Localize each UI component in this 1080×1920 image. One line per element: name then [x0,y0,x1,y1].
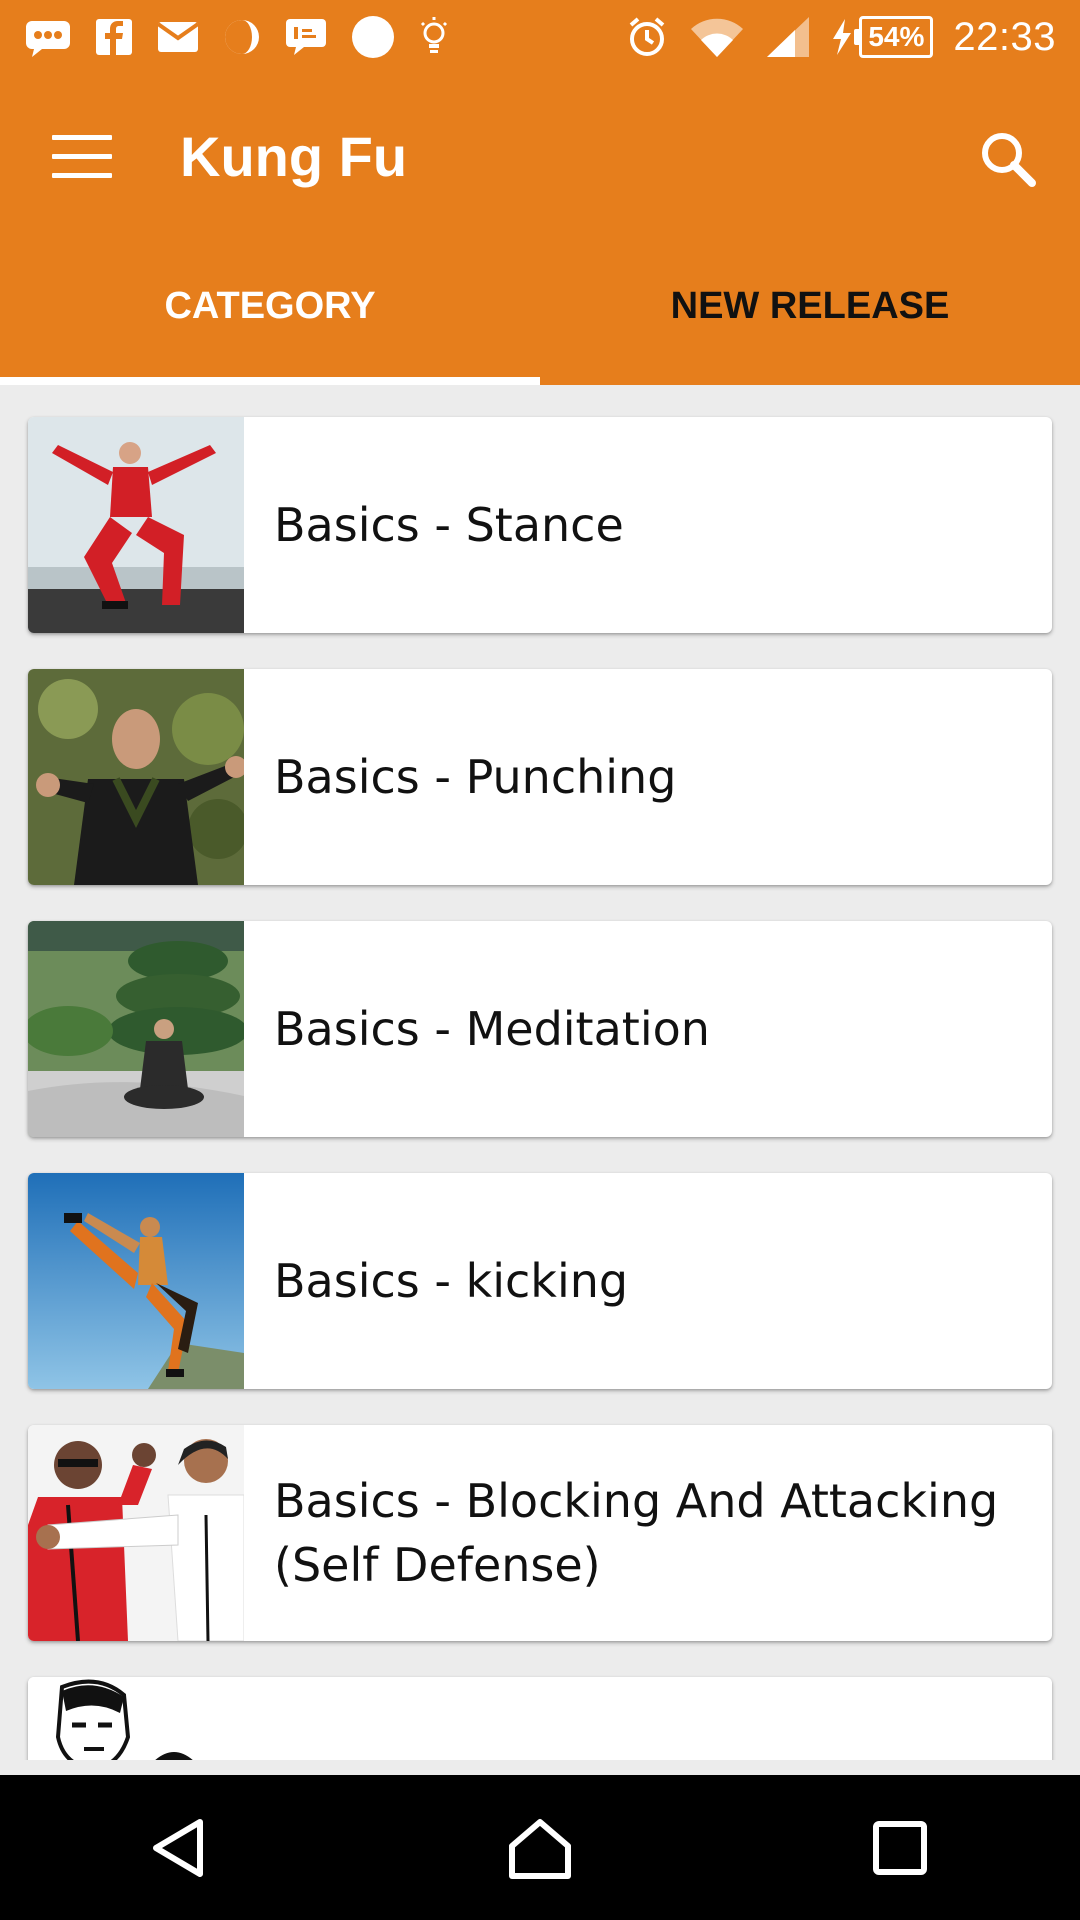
email-icon [156,20,200,54]
clock: 22:33 [953,14,1056,59]
chat-icon [284,17,328,57]
home-icon [509,1818,571,1879]
circle-icon [350,14,396,60]
tab-indicator [0,377,540,385]
category-list[interactable]: Basics - Stance Basics - Punching Basics… [0,385,1080,1760]
system-icons: 54% 22:33 [625,12,1056,62]
app-bar: Kung Fu [0,75,1080,235]
list-item-label: Basics - Blocking And Attacking (Self De… [274,1474,999,1592]
tab-bar: CATEGORY NEW RELEASE [0,235,1080,385]
sketch-thumbnail [28,1677,244,1760]
list-item[interactable]: Basics - Meditation [28,921,1052,1137]
list-item-label: Basics - Stance [274,498,624,552]
search-button[interactable] [976,127,1040,191]
tab-new-release[interactable]: NEW RELEASE [540,235,1080,385]
lightbulb-icon [418,15,450,59]
navigation-bar [0,1775,1080,1920]
alarm-icon [625,15,669,59]
list-item-label: Basics - kicking [274,1254,629,1308]
battery-indicator: 54% [831,16,934,58]
recents-square-icon [873,1820,927,1875]
kicking-thumbnail [28,1173,244,1389]
tab-category[interactable]: CATEGORY [0,235,540,385]
punching-thumbnail [28,669,244,885]
list-item[interactable]: Basics - Blocking And Attacking (Self De… [28,1425,1052,1641]
hamburger-line [52,154,112,159]
notification-icons [24,12,450,62]
app-title: Kung Fu [180,125,408,188]
list-item-label [274,1677,1012,1760]
battery-percent: 54% [854,16,934,58]
list-item-label: Basics - Meditation [274,1002,710,1056]
list-item[interactable]: Basics - Punching [28,669,1052,885]
home-button[interactable] [485,1793,595,1903]
hamburger-menu-icon [52,135,112,140]
signal-icon [765,15,811,59]
charging-icon [831,17,853,57]
search-icon [982,133,1036,187]
meditation-thumbnail [28,921,244,1137]
list-item[interactable]: Basics - Stance [28,417,1052,633]
facebook-icon [94,17,134,57]
night-mode-icon [222,17,262,57]
menu-button[interactable] [52,135,112,179]
status-bar: 54% 22:33 [0,0,1080,75]
back-triangle-icon [153,1818,203,1877]
list-item[interactable] [28,1677,1052,1760]
back-button[interactable] [125,1793,235,1903]
list-item[interactable]: Basics - kicking [28,1173,1052,1389]
stance-thumbnail [28,417,244,633]
hamburger-line [52,173,112,178]
self-defense-thumbnail [28,1425,244,1641]
recents-button[interactable] [845,1793,955,1903]
messenger-icon [24,17,72,57]
wifi-icon [689,15,745,59]
list-item-label: Basics - Punching [274,750,677,804]
